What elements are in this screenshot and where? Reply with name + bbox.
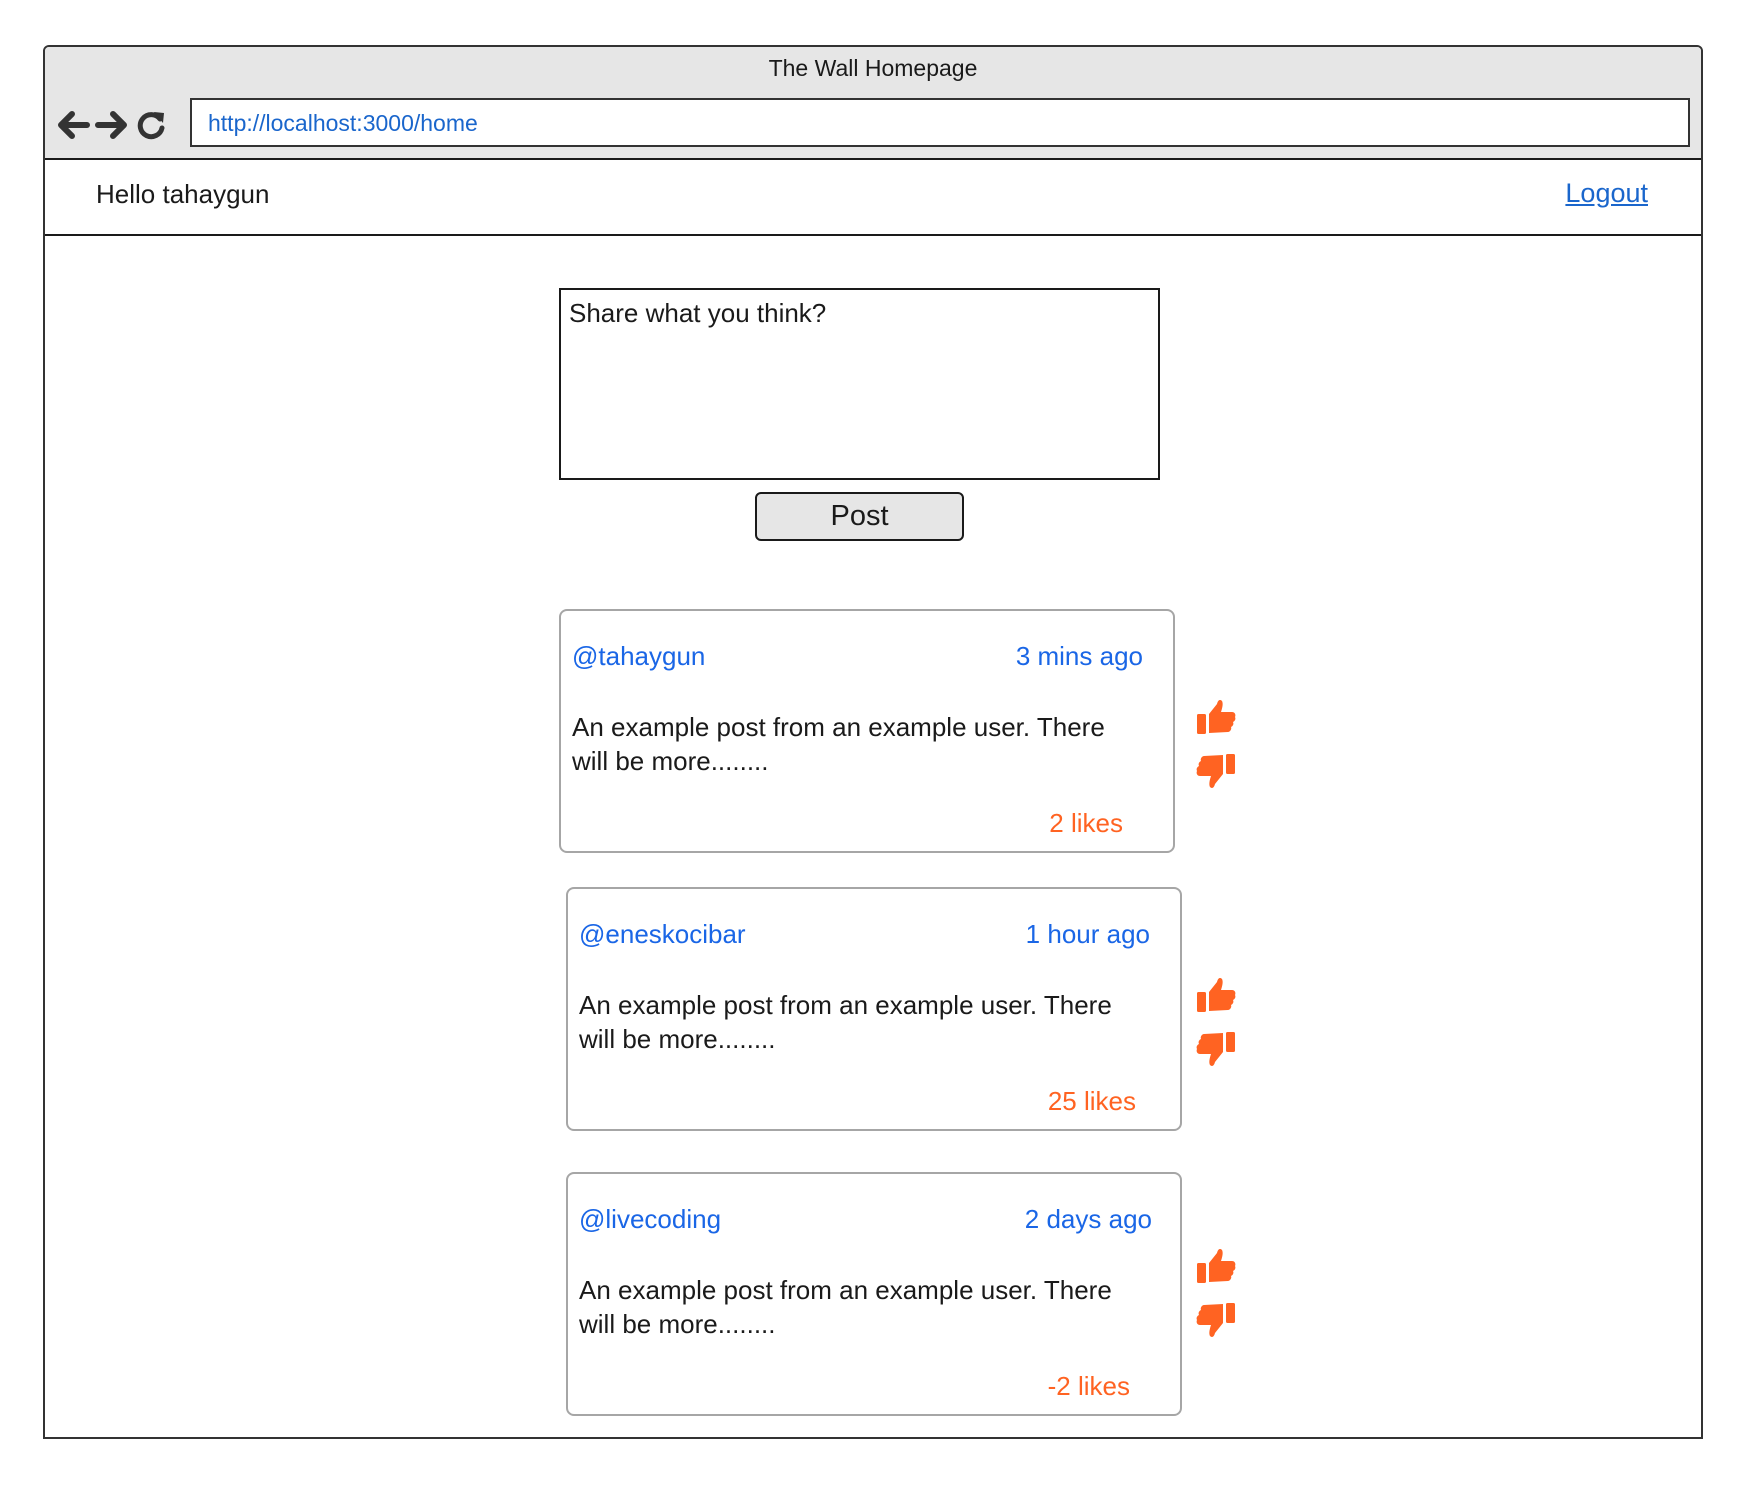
logout-link[interactable]: Logout	[1565, 178, 1648, 209]
reload-icon	[137, 112, 165, 140]
thumbs-up-icon	[1197, 1249, 1236, 1283]
app-header: Hello tahaygun Logout	[45, 160, 1701, 236]
thumbs-up-icon	[1197, 978, 1236, 1012]
like-button[interactable]	[1195, 974, 1237, 1016]
forward-button[interactable]	[92, 105, 132, 145]
arrow-right-icon	[95, 111, 127, 139]
reload-button[interactable]	[131, 105, 171, 145]
like-button[interactable]	[1195, 1245, 1237, 1287]
post-timestamp: 2 days ago	[1024, 1204, 1152, 1234]
greeting-text: Hello tahaygun	[96, 179, 270, 209]
dislike-button[interactable]	[1195, 750, 1237, 792]
thumbs-down-icon	[1196, 1032, 1235, 1066]
dislike-button[interactable]	[1195, 1028, 1237, 1070]
post-body: An example post from an example user. Th…	[572, 712, 1105, 776]
post-username[interactable]: @tahaygun	[572, 641, 705, 672]
like-button[interactable]	[1195, 696, 1237, 738]
browser-chrome: The Wall Homepage http://localhost:3000/…	[45, 47, 1701, 160]
browser-window: The Wall Homepage http://localhost:3000/…	[43, 45, 1703, 1439]
post-timestamp: 3 mins ago	[1015, 641, 1143, 671]
thumbs-up-icon	[1197, 700, 1236, 734]
url-bar[interactable]: http://localhost:3000/home	[190, 98, 1690, 147]
post-body: An example post from an example user. Th…	[579, 990, 1112, 1054]
post-card: @eneskocibar 1 hour ago An example post …	[566, 887, 1182, 1131]
window-title: The Wall Homepage	[768, 55, 978, 81]
post-like-count: 25 likes	[1047, 1086, 1136, 1116]
post-like-count: 2 likes	[1049, 808, 1123, 838]
post-composer-input[interactable]	[559, 288, 1160, 480]
post-button[interactable]: Post	[755, 492, 964, 541]
post-timestamp: 1 hour ago	[1025, 919, 1150, 949]
dislike-button[interactable]	[1195, 1299, 1237, 1341]
arrow-left-icon	[58, 111, 90, 139]
thumbs-down-icon	[1196, 1303, 1235, 1337]
thumbs-down-icon	[1196, 754, 1235, 788]
post-username[interactable]: @livecoding	[579, 1204, 721, 1235]
back-button[interactable]	[53, 105, 93, 145]
post-card: @tahaygun 3 mins ago An example post fro…	[559, 609, 1175, 853]
post-like-count: -2 likes	[1047, 1371, 1130, 1401]
post-username[interactable]: @eneskocibar	[579, 919, 746, 950]
post-body: An example post from an example user. Th…	[579, 1275, 1112, 1339]
post-card: @livecoding 2 days ago An example post f…	[566, 1172, 1182, 1416]
